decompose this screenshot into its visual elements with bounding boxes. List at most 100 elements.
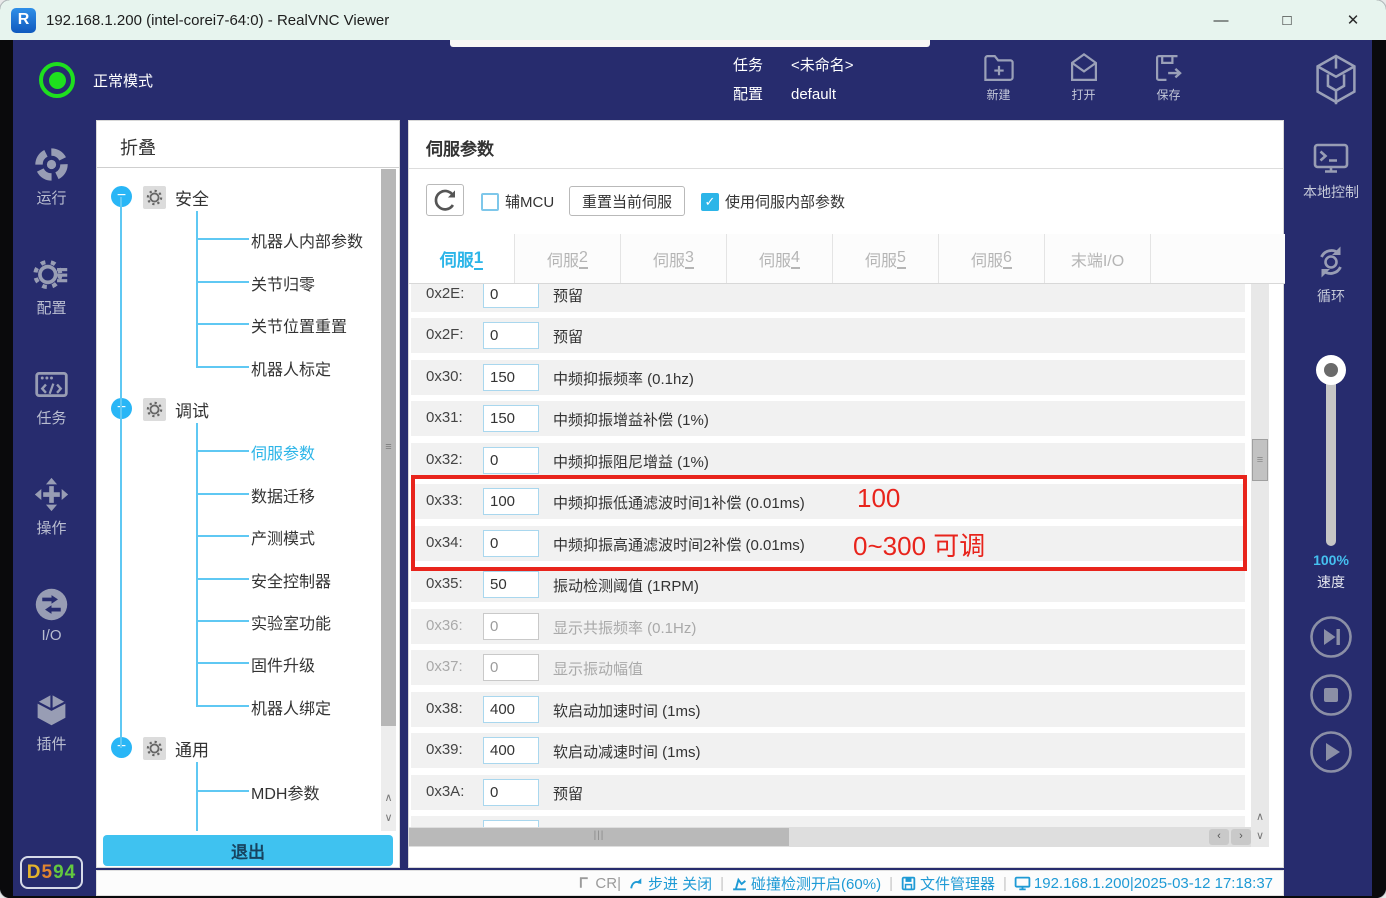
param-value-input[interactable]: 0 (483, 779, 539, 806)
right-item-cycle[interactable]: 循环 (1290, 242, 1372, 306)
tree-item-产测模式[interactable]: 产测模式 (97, 524, 379, 550)
param-value-input[interactable]: 0 (483, 447, 539, 474)
sidebar-item-task[interactable]: 任务 (33, 366, 70, 428)
tree-item-MDH参数[interactable]: MDH参数 (97, 779, 379, 805)
reset-servo-button[interactable]: 重置当前伺服 (569, 186, 685, 216)
step-button[interactable] (1309, 615, 1353, 659)
status-cr[interactable]: CR| (575, 875, 621, 892)
table-scroll-down-icon[interactable]: ∨ (1251, 827, 1269, 846)
tree-item-固件升级[interactable]: 固件升级 (97, 651, 379, 677)
brand-logo-icon (1313, 53, 1359, 105)
tree-group-安全[interactable]: −安全 (97, 184, 379, 210)
refresh-button[interactable] (426, 184, 464, 216)
target-icon (33, 146, 70, 183)
table-vscroll-thumb[interactable]: ≡ (1252, 439, 1268, 481)
monitor-icon (1014, 875, 1031, 892)
tree-connector-line (196, 423, 198, 707)
tree-scroll-up-icon[interactable]: ∧ (381, 789, 396, 807)
param-address: 0x33: (426, 492, 463, 509)
status-collision-text: 碰撞检测开启(60%) (751, 873, 881, 894)
param-value-input[interactable] (483, 820, 539, 827)
save-button-label: 保存 (1156, 86, 1180, 103)
param-address: 0x2F: (426, 326, 464, 343)
vnc-toolbar-notch[interactable] (450, 40, 930, 47)
play-button[interactable] (1309, 730, 1353, 774)
tree-item-关节位置重置[interactable]: 关节位置重置 (97, 312, 379, 338)
maximize-button[interactable]: □ (1254, 0, 1320, 40)
task-label: 任务 (733, 51, 777, 80)
tab-伺服5[interactable]: 伺服5 (833, 234, 939, 283)
aux-mcu-checkbox-wrap[interactable]: 辅MCU (481, 191, 554, 212)
tab-伺服4[interactable]: 伺服4 (727, 234, 833, 283)
tree-group-通用[interactable]: −通用 (97, 735, 379, 761)
tab-伺服3[interactable]: 伺服3 (621, 234, 727, 283)
tree-group-调试[interactable]: −调试 (97, 396, 379, 422)
param-value-input[interactable]: 400 (483, 696, 539, 723)
close-button[interactable]: ✕ (1320, 0, 1386, 40)
tree-scrollbar-thumb[interactable]: ≡ (381, 169, 396, 726)
sidebar-item-run[interactable]: 运行 (33, 146, 70, 208)
minimize-button[interactable]: — (1188, 0, 1254, 40)
use-internal-checkbox[interactable]: ✓ (701, 193, 719, 211)
param-value-input[interactable]: 0 (483, 284, 539, 308)
tab-伺服6[interactable]: 伺服6 (939, 234, 1045, 283)
tree-item-label: 固件升级 (251, 652, 315, 676)
param-description: 显示振动幅值 (553, 658, 643, 679)
window-title: 192.168.1.200 (intel-corei7-64:0) - Real… (46, 12, 389, 29)
param-value-input[interactable]: 100 (483, 488, 539, 515)
envelope-open-icon (1067, 51, 1101, 85)
table-horizontal-scrollbar[interactable]: ||| (409, 827, 1251, 847)
param-row-0x31: 0x31:150中频抑振增益补偿 (1%) (411, 401, 1245, 436)
tree-item-机器人绑定[interactable]: 机器人绑定 (97, 694, 379, 720)
sidebar-item-plugin[interactable]: 插件 (33, 692, 70, 754)
table-vertical-scrollbar[interactable]: ≡ ∧ ∨ (1251, 284, 1269, 847)
param-value-input[interactable]: 50 (483, 571, 539, 598)
tree-scrollbar[interactable]: ≡ ∧ ∨ (381, 169, 396, 831)
sidebar-item-operate[interactable]: 操作 (33, 476, 70, 538)
right-item-local-control[interactable]: 本地控制 (1290, 138, 1372, 202)
tree-item-关节归零[interactable]: 关节归零 (97, 270, 379, 296)
open-button[interactable]: 打开 (1041, 51, 1126, 103)
exit-button[interactable]: 退出 (103, 835, 393, 866)
tree-item-数据迁移[interactable]: 数据迁移 (97, 482, 379, 508)
status-file-manager[interactable]: 文件管理器 (900, 873, 995, 894)
new-button[interactable]: 新建 (956, 51, 1041, 103)
tab-伺服1[interactable]: 伺服1 (409, 234, 515, 283)
param-value-input[interactable]: 150 (483, 364, 539, 391)
sidebar-item-config[interactable]: 配置 (33, 256, 70, 318)
table-scroll-left-icon[interactable]: ‹ (1209, 829, 1229, 845)
tree-item-伺服参数[interactable]: 伺服参数 (97, 439, 379, 465)
aux-mcu-checkbox[interactable] (481, 193, 499, 211)
param-value-input[interactable]: 400 (483, 737, 539, 764)
sidebar-item-io-label: I/O (41, 627, 61, 644)
status-connection[interactable]: 192.168.1.200|2025-03-12 17:18:37 (1014, 875, 1273, 892)
tree-item-实验室功能[interactable]: 实验室功能 (97, 609, 379, 635)
speed-slider-track[interactable] (1326, 368, 1336, 546)
tree-scroll-down-icon[interactable]: ∨ (381, 809, 396, 827)
stop-button[interactable] (1309, 673, 1353, 717)
table-scroll-up-icon[interactable]: ∧ (1251, 808, 1269, 827)
right-sidebar: 本地控制 循环 100% 速度 (1290, 120, 1372, 896)
tab-伺服2[interactable]: 伺服2 (515, 234, 621, 283)
tree-item-机器人标定[interactable]: 机器人标定 (97, 355, 379, 381)
status-collision[interactable]: 碰撞检测开启(60%) (731, 873, 881, 894)
tree-item-机器人内部参数[interactable]: 机器人内部参数 (97, 227, 379, 253)
table-hscroll-thumb[interactable]: ||| (409, 828, 789, 846)
speed-slider-handle[interactable] (1316, 355, 1346, 385)
tree-item-安全控制器[interactable]: 安全控制器 (97, 567, 379, 593)
table-scroll-right-icon[interactable]: › (1231, 829, 1251, 845)
save-button[interactable]: 保存 (1126, 51, 1211, 103)
status-step-mode[interactable]: 步进 关闭 (628, 873, 712, 894)
use-internal-checkbox-wrap[interactable]: ✓ 使用伺服内部参数 (701, 191, 845, 212)
param-value-input[interactable]: 150 (483, 405, 539, 432)
param-address: 0x30: (426, 368, 463, 385)
param-value-input[interactable]: 0 (483, 322, 539, 349)
param-row-0x33: 0x33:100中频抑振低通滤波时间1补偿 (0.01ms) (411, 484, 1245, 519)
sidebar-item-io[interactable]: I/O (33, 586, 70, 644)
tree-collapse-header[interactable]: 折叠 (97, 121, 399, 168)
app-header: 正常模式 任务<未命名> 配置default 新建打开保存 (13, 40, 1372, 120)
cr-icon (575, 875, 592, 892)
tab-末端I/O[interactable]: 末端I/O (1045, 234, 1151, 283)
param-address: 0x36: (426, 617, 463, 634)
param-value-input[interactable]: 0 (483, 530, 539, 557)
